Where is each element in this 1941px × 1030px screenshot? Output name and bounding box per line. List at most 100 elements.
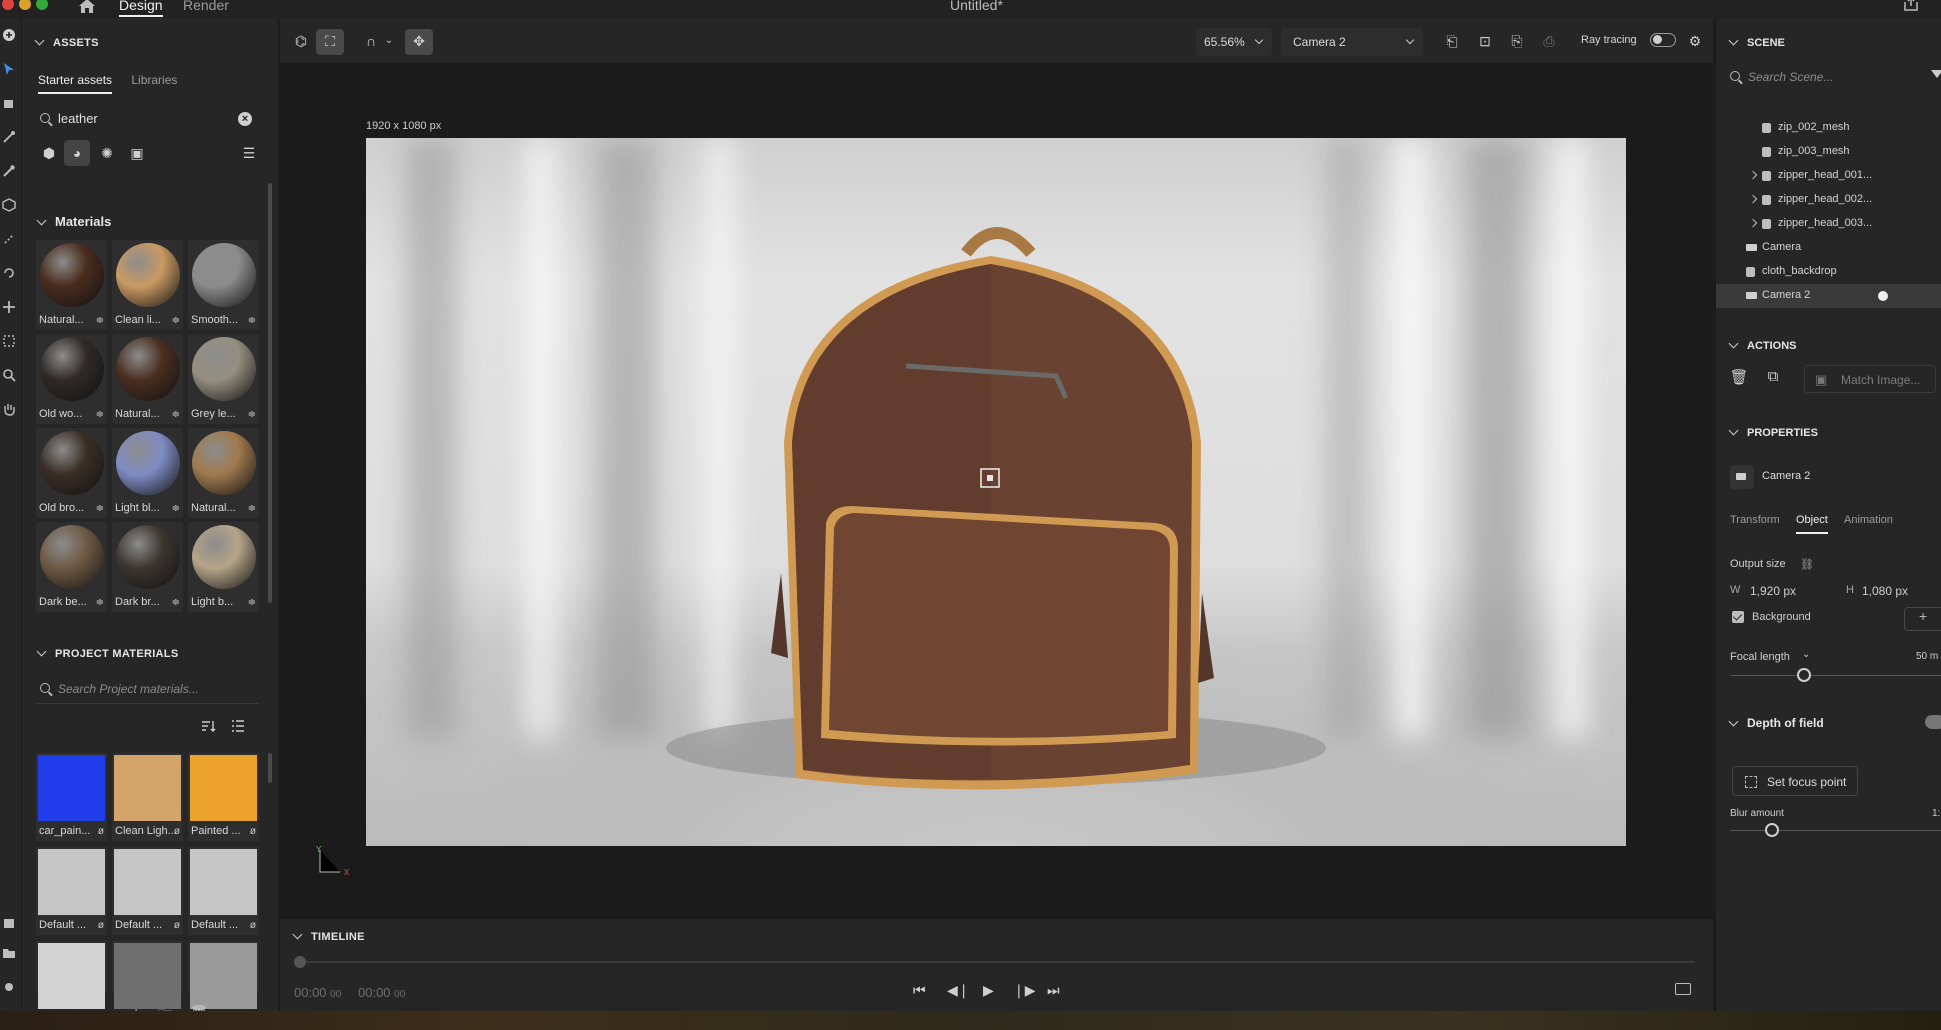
depth-of-field-header[interactable]: Depth of field [1728,716,1824,730]
tab-render[interactable]: Render [183,0,229,13]
materials-filter-icon[interactable]: ◕ [64,140,90,166]
rotate-tool-icon[interactable] [2,266,16,280]
project-materials-header[interactable]: PROJECT MATERIALS [36,646,178,660]
scene-header[interactable]: SCENE [1728,35,1785,49]
focal-length-label[interactable]: Focal length [1730,651,1790,663]
project-scrollbar[interactable] [268,753,272,783]
scene-tree-item[interactable]: zipper_head_002... [1716,188,1941,212]
select-tool-icon[interactable] [2,62,16,76]
layers-icon[interactable] [2,916,16,930]
filter-icon[interactable] [1931,70,1941,78]
material-settings-icon[interactable]: ≑ [172,409,180,420]
material-settings-icon[interactable]: ≑ [172,315,180,326]
images-filter-icon[interactable]: ▣ [124,140,150,166]
eyedropper-icon[interactable] [2,164,16,178]
project-material-tile[interactable]: Default ... ø [112,847,183,935]
camera-select[interactable]: Camera 2 [1281,28,1423,56]
assets-scrollbar[interactable] [268,183,272,603]
delete-icon[interactable]: 🗑 [1728,368,1750,390]
chevron-right-icon[interactable] [1748,194,1758,204]
chevron-down-icon[interactable]: ⌄ [1802,649,1810,660]
material-tile[interactable]: Old wo... ≑ [36,334,107,424]
add-background-button[interactable]: + [1904,607,1941,631]
actions-header[interactable]: ACTIONS [1728,338,1797,352]
project-material-tile[interactable] [36,941,107,1009]
blur-amount-slider[interactable] [1730,830,1941,831]
list-view-icon[interactable]: ☰ [236,140,262,166]
play-icon[interactable]: ▶ [983,982,994,999]
focal-length-slider[interactable] [1730,675,1941,676]
chevron-right-icon[interactable] [1748,218,1758,228]
sort-icon[interactable] [200,718,216,734]
zoom-select[interactable]: 65.56% [1196,28,1272,56]
list-view-icon[interactable] [230,718,246,734]
hand-tool-icon[interactable] [2,402,16,416]
background-checkbox[interactable] [1732,611,1744,623]
focal-length-value[interactable]: 50 m [1916,651,1938,662]
models-filter-icon[interactable]: ⬢ [36,140,62,166]
render-canvas[interactable] [366,138,1626,846]
tab-object[interactable]: Object [1796,514,1828,534]
project-material-tile[interactable]: Clean Ligh... ø [112,753,183,841]
scene-tree-item[interactable]: zipper_head_003... [1716,212,1941,236]
export-animation-icon[interactable] [1675,983,1691,995]
home-icon[interactable] [78,0,96,14]
material-settings-icon[interactable]: ≑ [248,315,256,326]
material-tile[interactable]: Dark br... ≑ [112,522,183,612]
chevron-down-icon[interactable]: ⌄ [380,32,398,50]
chevron-right-icon[interactable] [1748,170,1758,180]
clear-search-icon[interactable]: × [238,112,252,126]
ray-tracing-toggle[interactable] [1650,33,1676,47]
tab-design[interactable]: Design [119,0,163,17]
material-settings-icon[interactable]: ≑ [172,597,180,608]
account-icon[interactable] [2,980,16,994]
material-settings-icon[interactable]: ≑ [248,409,256,420]
material-tile[interactable]: Light bl... ≑ [112,428,183,518]
material-tile[interactable]: Natural... ≑ [112,334,183,424]
backpack-model[interactable] [366,138,1626,846]
scene-tree-item[interactable]: zip_002_mesh [1716,116,1941,140]
project-material-tile[interactable] [112,941,183,1009]
scene-graph-icon[interactable]: ⌬ [292,32,310,50]
blur-amount-slider-knob[interactable] [1765,823,1780,837]
timeline-track[interactable] [298,961,1695,963]
project-material-tile[interactable]: Painted ... ø [188,753,259,841]
timeline-header[interactable]: TIMELINE [292,929,365,943]
duplicate-icon[interactable]: ⧉ [1762,368,1784,390]
active-camera-indicator[interactable] [1878,291,1888,301]
tab-animation[interactable]: Animation [1844,514,1893,526]
skip-to-start-icon[interactable]: ⏮ [913,982,926,999]
folder-icon[interactable] [2,946,16,960]
project-materials-search[interactable]: Search Project materials... [36,674,258,704]
material-settings-icon[interactable]: ≑ [96,315,104,326]
properties-header[interactable]: PROPERTIES [1728,425,1818,439]
transform-tool-icon[interactable] [2,232,16,246]
lights-filter-icon[interactable]: ✺ [94,140,120,166]
close-window-button[interactable] [2,0,14,10]
scene-tree-item[interactable]: Camera [1716,236,1941,260]
set-focus-point-button[interactable]: Set focus point [1732,766,1858,796]
material-settings-icon[interactable]: ≑ [96,409,104,420]
material-tile[interactable]: Natural... ≑ [188,428,259,518]
bucket-tool-icon[interactable] [2,96,16,110]
material-tile[interactable]: Smooth... ≑ [188,240,259,330]
scene-tree-item[interactable]: Camera 2 [1716,284,1941,308]
camera-move-icon[interactable]: ⎘ [1508,32,1526,50]
height-field[interactable]: 1,080 px [1862,584,1908,598]
assets-header[interactable]: ASSETS [34,35,99,49]
magnet-icon[interactable]: ∩ [362,32,380,50]
material-tile[interactable]: Dark be... ≑ [36,522,107,612]
render-settings-icon[interactable]: ⚙ [1686,32,1704,50]
match-image-button[interactable]: ▣ Match Image... [1804,365,1936,393]
scene-tree-item[interactable]: zip_003_mesh [1716,140,1941,164]
step-forward-icon[interactable]: ❘▶ [1013,982,1036,999]
crop-icon[interactable]: ⊡ [1476,32,1494,50]
link-icon[interactable]: ⛓ [1800,558,1814,571]
material-tile[interactable]: Clean li... ≑ [112,240,183,330]
material-settings-icon[interactable]: ≑ [96,503,104,514]
material-settings-icon[interactable]: ≑ [248,503,256,514]
material-tile[interactable]: Natural... ≑ [36,240,107,330]
timeline-playhead[interactable] [294,956,306,968]
skip-to-end-icon[interactable]: ⏭ [1047,982,1060,999]
scene-tree-item[interactable]: cloth_backdrop [1716,260,1941,284]
